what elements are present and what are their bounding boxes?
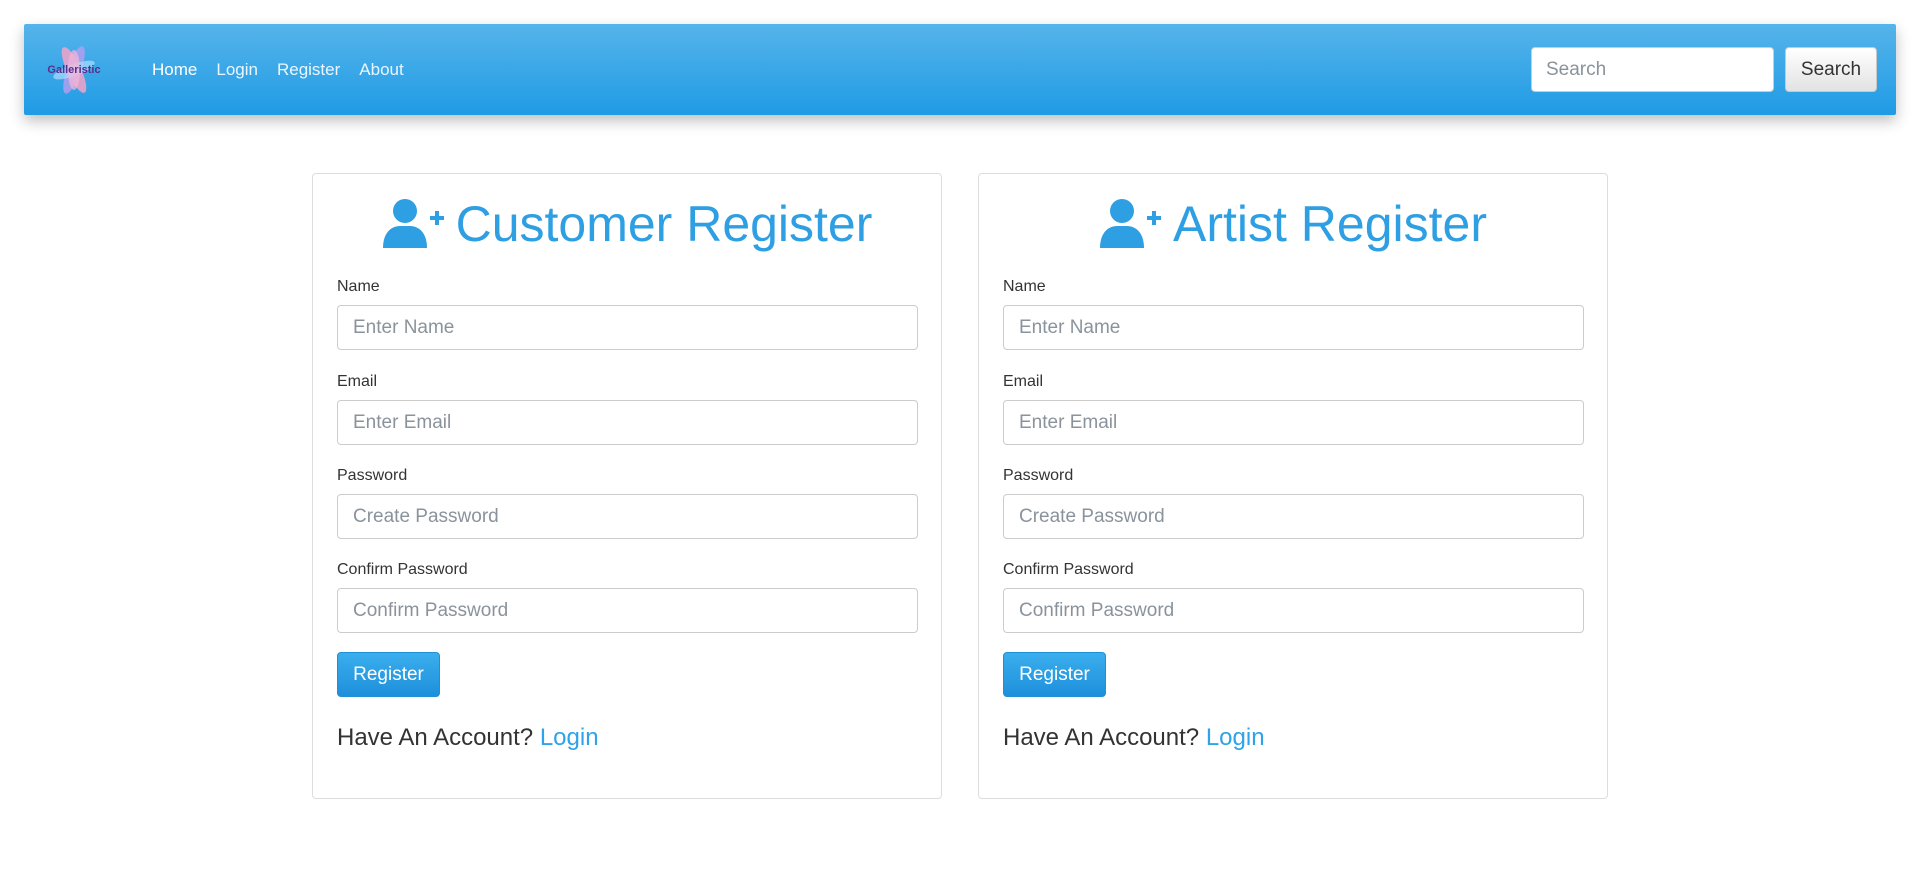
customer-register-button[interactable]: Register bbox=[337, 652, 440, 697]
artist-login-link[interactable]: Login bbox=[1206, 724, 1265, 751]
artist-name-label: Name bbox=[1003, 278, 1046, 295]
nav-link-register[interactable]: Register bbox=[277, 60, 340, 80]
customer-login-link[interactable]: Login bbox=[540, 724, 599, 751]
customer-register-title: Customer Register bbox=[455, 196, 873, 252]
logo-text: Galleristic bbox=[47, 64, 100, 76]
navbar: Galleristic Home Login Register About Se… bbox=[24, 24, 1896, 115]
user-plus-icon bbox=[382, 199, 444, 248]
artist-register-heading: Artist Register bbox=[979, 194, 1607, 254]
artist-register-title: Artist Register bbox=[1173, 196, 1487, 252]
artist-password-input[interactable] bbox=[1003, 494, 1584, 539]
customer-password-input[interactable] bbox=[337, 494, 918, 539]
user-plus-icon bbox=[1100, 199, 1162, 248]
customer-confirm-password-label: Confirm Password bbox=[337, 561, 468, 578]
customer-register-heading: Customer Register bbox=[313, 194, 941, 254]
nav-link-about[interactable]: About bbox=[359, 60, 403, 80]
customer-name-input[interactable] bbox=[337, 305, 918, 350]
nav-link-home[interactable]: Home bbox=[152, 60, 197, 80]
nav-link-login[interactable]: Login bbox=[216, 60, 258, 80]
artist-email-input[interactable] bbox=[1003, 400, 1584, 445]
artist-confirm-password-label: Confirm Password bbox=[1003, 561, 1134, 578]
artist-confirm-password-input[interactable] bbox=[1003, 588, 1584, 633]
have-account-text: Have An Account? bbox=[337, 724, 534, 751]
brand-logo[interactable]: Galleristic bbox=[46, 42, 102, 98]
artist-password-label: Password bbox=[1003, 467, 1074, 484]
galleristic-logo-icon: Galleristic bbox=[47, 46, 101, 94]
customer-email-input[interactable] bbox=[337, 400, 918, 445]
artist-name-input[interactable] bbox=[1003, 305, 1584, 350]
artist-register-panel: Artist Register Name Email Password Conf… bbox=[978, 173, 1608, 799]
have-account-text: Have An Account? bbox=[1003, 724, 1200, 751]
customer-name-label: Name bbox=[337, 278, 380, 295]
customer-email-label: Email bbox=[337, 373, 378, 390]
artist-register-button[interactable]: Register bbox=[1003, 652, 1106, 697]
customer-confirm-password-input[interactable] bbox=[337, 588, 918, 633]
customer-register-panel: Customer Register Name Email Password Co… bbox=[312, 173, 942, 799]
search-button[interactable]: Search bbox=[1785, 47, 1877, 92]
artist-have-account: Have An Account? Login bbox=[1003, 724, 1265, 752]
artist-email-label: Email bbox=[1003, 373, 1044, 390]
customer-password-label: Password bbox=[337, 467, 408, 484]
customer-have-account: Have An Account? Login bbox=[337, 724, 599, 752]
nav-links: Home Login Register About bbox=[152, 24, 423, 115]
search-input[interactable] bbox=[1531, 47, 1774, 92]
